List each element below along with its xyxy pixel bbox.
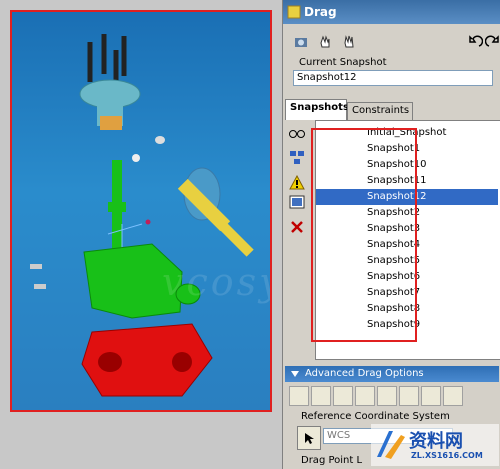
glasses-icon[interactable] xyxy=(289,126,305,142)
model-canvas[interactable]: vcosys xyxy=(10,10,272,412)
hand-drag-icon xyxy=(320,35,330,48)
warning-icon[interactable] xyxy=(289,175,305,191)
snapshot-camera-icon xyxy=(295,38,307,47)
tool-plane-drag[interactable] xyxy=(311,386,331,406)
tab-snapshots[interactable]: Snapshots xyxy=(285,99,349,120)
current-snapshot-input[interactable]: Snapshot12 xyxy=(293,70,493,86)
hand-button[interactable] xyxy=(337,30,361,54)
site-logo: 资料网 ZL.XS1616.COM xyxy=(371,424,499,466)
drag-window-icon xyxy=(287,5,301,19)
delete-icon[interactable] xyxy=(289,219,305,235)
tool-y-axis[interactable] xyxy=(355,386,375,406)
advanced-drag-options-header[interactable]: Advanced Drag Options xyxy=(285,366,499,382)
drag-point-label: Drag Point L xyxy=(301,455,363,466)
tool-rotate-z[interactable] xyxy=(443,386,463,406)
tool-free-drag[interactable] xyxy=(289,386,309,406)
tab-constraints[interactable]: Constraints xyxy=(347,102,413,120)
explode-icon[interactable] xyxy=(289,150,305,166)
exploded-assembly-model xyxy=(30,34,254,397)
tool-x-axis[interactable] xyxy=(333,386,353,406)
logo-url: ZL.XS1616.COM xyxy=(411,451,483,460)
logo-mark-icon xyxy=(377,431,405,459)
highlight-annotation xyxy=(311,128,417,342)
logo-text: 资料网 xyxy=(409,431,463,452)
current-snapshot-label: Current Snapshot xyxy=(299,57,387,68)
drag-panel: Drag Current Snapshot Snapshot12 Snapsho… xyxy=(282,0,500,469)
collapse-arrow-icon xyxy=(291,371,299,377)
tool-rotate-x[interactable] xyxy=(399,386,419,406)
snapshot-camera-button[interactable] xyxy=(289,30,313,54)
redo-icon xyxy=(485,35,499,47)
title-bar: Drag xyxy=(283,0,500,24)
select-pointer-button[interactable] xyxy=(297,426,321,450)
redo-button[interactable] xyxy=(481,30,500,54)
window-title: Drag xyxy=(304,5,337,19)
advanced-drag-options-label: Advanced Drag Options xyxy=(305,368,424,379)
tool-z-axis[interactable] xyxy=(377,386,397,406)
image-icon[interactable] xyxy=(289,194,305,210)
hand-icon xyxy=(344,35,354,48)
tool-rotate-y[interactable] xyxy=(421,386,441,406)
viewport: vcosys xyxy=(0,0,282,469)
reference-coordinate-label: Reference Coordinate System xyxy=(301,411,450,422)
watermark: vcosys xyxy=(162,260,270,304)
pointer-icon xyxy=(305,433,314,444)
hand-drag-button[interactable] xyxy=(313,30,337,54)
